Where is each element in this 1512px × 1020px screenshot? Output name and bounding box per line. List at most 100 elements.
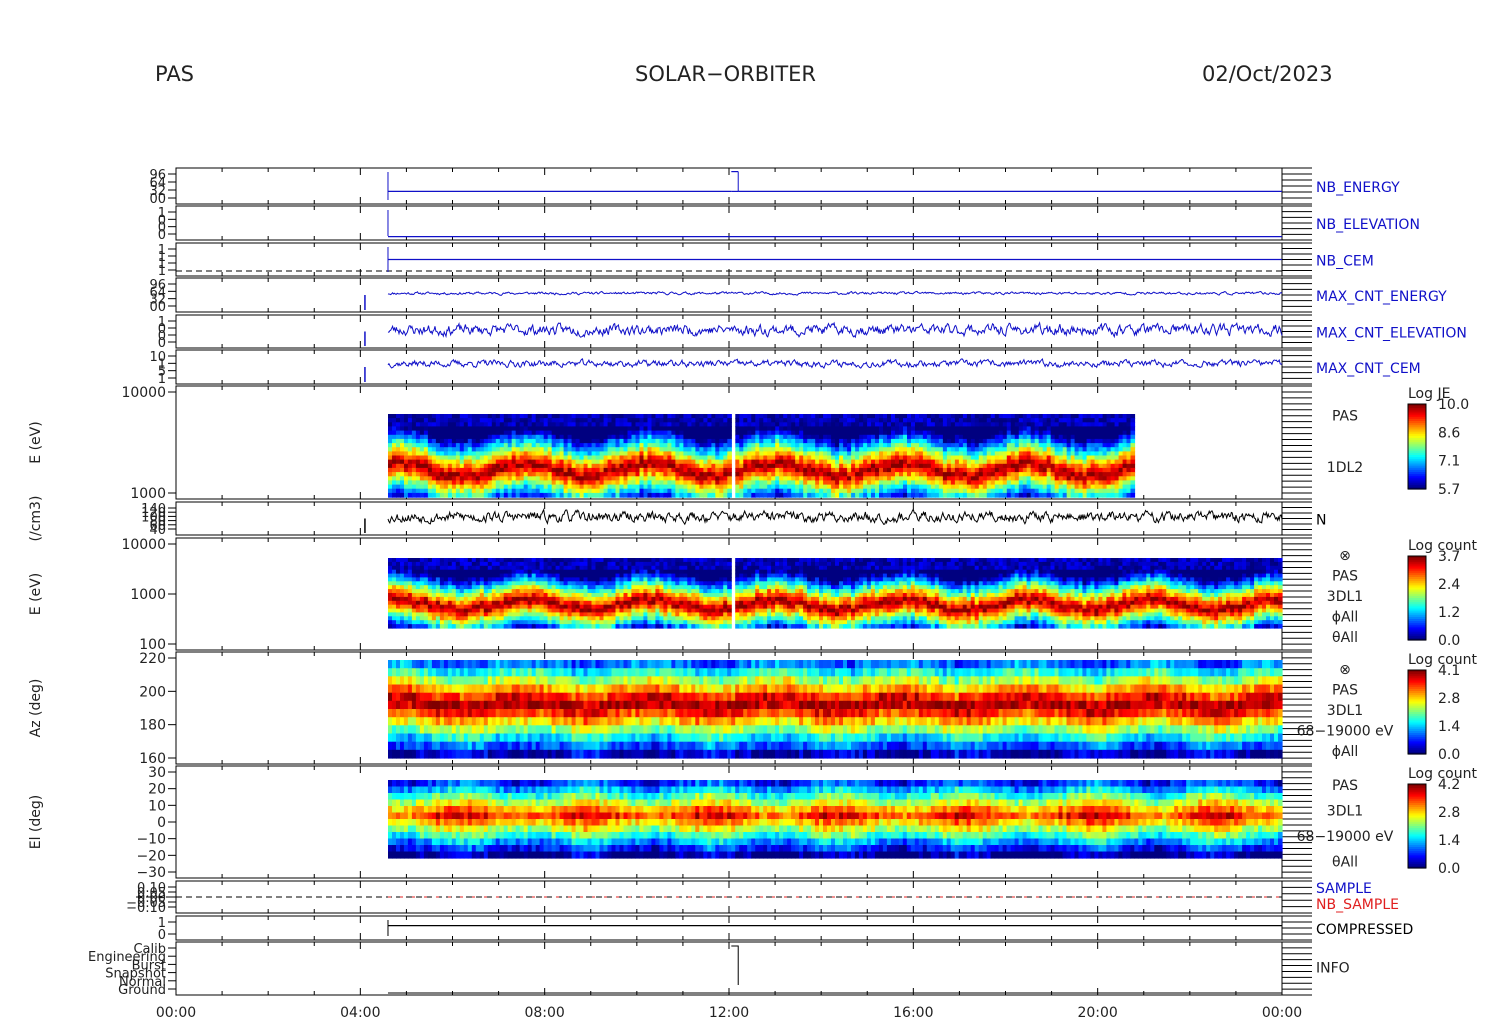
- ylabel-pas_3dl1_e: E (eV): [28, 573, 44, 615]
- y-tick-label-nb_elevation-3: 0: [158, 228, 166, 243]
- colorbar-label-pas_3dl1_e-2: 1.2: [1438, 605, 1460, 621]
- side-label-pas_3dl1_az-0: ⊗: [1339, 662, 1351, 678]
- y-tick-label-max_cnt_elevation-3: 0: [158, 336, 166, 351]
- colorbar-label-pas_3dl1_az-2: 1.4: [1438, 719, 1460, 735]
- panel-pas_l2-right-ticks: [1282, 385, 1312, 500]
- label-nb_cem: NB_CEM: [1316, 254, 1374, 270]
- panel-max_cnt_elevation-right-ticks: [1282, 314, 1312, 349]
- spectrogram-pas_l2: [388, 414, 1136, 498]
- y-tick-label-pas_3dl1_el-4: −10: [136, 832, 166, 848]
- side-label-pas_3dl1_az-1: PAS: [1332, 683, 1358, 699]
- panel-max_cnt_cem-right-ticks: [1282, 349, 1312, 385]
- y-tick-label-pas_3dl1_az-2: 180: [139, 718, 166, 734]
- label-info: INFO: [1316, 961, 1350, 977]
- x-tick-label-5: 20:00: [1077, 1005, 1117, 1020]
- x-tick-label-1: 04:00: [340, 1005, 380, 1020]
- colorbar-label-pas_l2-0: 10.0: [1438, 397, 1469, 413]
- colorbar-label-pas_3dl1_el-1: 2.8: [1438, 805, 1460, 821]
- side-label-pas_3dl1_e-3: ϕAll: [1332, 609, 1359, 625]
- series-density: [387, 507, 1283, 526]
- panel-max_cnt_energy-right-ticks: [1282, 277, 1312, 313]
- colorbar-pas_l2: [1407, 403, 1427, 490]
- label-sample: SAMPLE: [1316, 881, 1372, 897]
- panel-max_cnt_elevation-time-ticks: [175, 315, 1283, 348]
- y-tick-label-pas_3dl1_el-3: 0: [157, 815, 166, 831]
- y-tick-label-pas_3dl1_el-6: −30: [136, 865, 166, 881]
- multi-panel-chart: 96643200NB_ENERGY1000NB_ELEVATION1111NB_…: [28, 167, 1477, 1020]
- panel-compressed-time-ticks: [175, 916, 1283, 940]
- colorbar-pas_3dl1_e: [1407, 555, 1427, 641]
- side-label-pas_3dl1_e-0: ⊗: [1339, 548, 1351, 564]
- colorbar-label-pas_3dl1_az-0: 4.1: [1438, 663, 1460, 679]
- label-nb-sample: NB_SAMPLE: [1316, 897, 1399, 913]
- info-calib-step: [731, 945, 739, 985]
- label-max_cnt_energy: MAX_CNT_ENERGY: [1316, 289, 1447, 305]
- y-tick-label-pas_3dl1_el-1: 20: [148, 782, 166, 798]
- side-label-pas_l2-0: PAS: [1332, 409, 1358, 425]
- panel-compressed-right-ticks: [1282, 915, 1312, 941]
- y-tick-label-sample-4: −0.10: [126, 901, 166, 916]
- label-density: N: [1316, 513, 1326, 529]
- colorbar-label-pas_3dl1_el-0: 4.2: [1438, 777, 1460, 793]
- panel-nb_cem-right-ticks: [1282, 242, 1312, 277]
- panel-info-frame: [175, 941, 1283, 996]
- colorbar-pas_3dl1_az: [1407, 669, 1427, 755]
- colorbar-label-pas_3dl1_e-3: 0.0: [1438, 633, 1460, 649]
- side-label-pas_3dl1_el-2: 68−19000 eV: [1297, 829, 1394, 845]
- colorbar-label-pas_3dl1_az-3: 0.0: [1438, 747, 1460, 763]
- y-tick-label-pas_3dl1_el-0: 30: [148, 765, 166, 781]
- y-tick-label-pas_3dl1_e-0: 10000: [121, 537, 166, 553]
- side-label-pas_3dl1_e-4: θAll: [1332, 630, 1358, 646]
- colorbar-label-pas_l2-2: 7.1: [1438, 454, 1460, 470]
- x-tick-label-4: 16:00: [893, 1005, 933, 1020]
- colorbar-label-pas_l2-1: 8.6: [1438, 425, 1460, 441]
- panel-nb_energy-right-ticks: [1282, 167, 1312, 205]
- y-tick-label-nb_energy-3: 00: [149, 192, 166, 207]
- side-label-pas_3dl1_az-2: 3DL1: [1327, 703, 1363, 719]
- label-max_cnt_elevation: MAX_CNT_ELEVATION: [1316, 326, 1467, 342]
- spectrogram-pas_3dl1_el: [388, 780, 1283, 859]
- side-label-pas_3dl1_el-3: θAll: [1332, 855, 1358, 871]
- series-max_cnt_elevation: [387, 321, 1283, 339]
- label-nb_elevation: NB_ELEVATION: [1316, 217, 1420, 233]
- x-tick-label-2: 08:00: [524, 1005, 564, 1020]
- y-tick-label-compressed-1: 0: [158, 928, 166, 943]
- colorbar-label-pas_3dl1_el-2: 1.4: [1438, 833, 1460, 849]
- colorbar-label-pas_3dl1_e-1: 2.4: [1438, 577, 1460, 593]
- panel-nb_energy-time-ticks: [175, 168, 1283, 204]
- y-tick-label-pas_3dl1_az-1: 200: [139, 684, 166, 700]
- panel-info-right-ticks: [1282, 941, 1312, 996]
- panel-max_cnt_energy-time-ticks: [175, 278, 1283, 312]
- x-tick-label-6: 00:00: [1262, 1005, 1302, 1020]
- y-tick-label-pas_3dl1_el-5: −20: [136, 848, 166, 864]
- side-label-pas_3dl1_el-1: 3DL1: [1327, 804, 1363, 820]
- label-nb_energy: NB_ENERGY: [1316, 180, 1400, 196]
- side-label-pas_3dl1_e-1: PAS: [1332, 569, 1358, 585]
- y-tick-label-nb_cem-3: 1: [158, 264, 166, 279]
- side-label-pas_3dl1_e-2: 3DL1: [1327, 589, 1363, 605]
- y-tick-label-max_cnt_energy-3: 00: [149, 300, 166, 315]
- series-nb_elevation: [387, 210, 1282, 238]
- panel-pas_3dl1_el-right-ticks: [1282, 765, 1312, 879]
- side-label-pas_3dl1_el-0: PAS: [1332, 778, 1358, 794]
- colorbar-label-pas_3dl1_e-0: 3.7: [1438, 549, 1460, 565]
- ylabel-pas_3dl1_el: El (deg): [28, 795, 44, 850]
- ylabel-pas_3dl1_az: Az (deg): [28, 679, 44, 738]
- panel-info-time-ticks: [175, 942, 1283, 995]
- panel-pas_3dl1_e-right-ticks: [1282, 537, 1312, 651]
- spectrogram-pas_3dl1_e: [388, 558, 1283, 629]
- x-tick-label-3: 12:00: [709, 1005, 749, 1020]
- colorbar-pas_3dl1_el: [1407, 783, 1427, 869]
- colorbar-label-pas_3dl1_az-1: 2.8: [1438, 691, 1460, 707]
- colorbar-label-pas_l2-3: 5.7: [1438, 482, 1460, 498]
- side-label-pas_3dl1_az-4: ϕAll: [1332, 744, 1359, 760]
- panel-pas_3dl1_az-right-ticks: [1282, 651, 1312, 765]
- panel-max_cnt_cem-time-ticks: [175, 350, 1283, 384]
- y-tick-label-pas_l2-0: 10000: [121, 385, 166, 401]
- panel-density-right-ticks: [1282, 501, 1312, 536]
- side-label-pas_3dl1_az-3: 68−19000 eV: [1297, 723, 1394, 739]
- ylabel-density: (/cm3): [28, 496, 44, 542]
- y-tick-label-pas_3dl1_el-2: 10: [148, 798, 166, 814]
- series-nb_cem: [176, 247, 1282, 272]
- y-tick-label-info-5: Ground: [118, 983, 166, 998]
